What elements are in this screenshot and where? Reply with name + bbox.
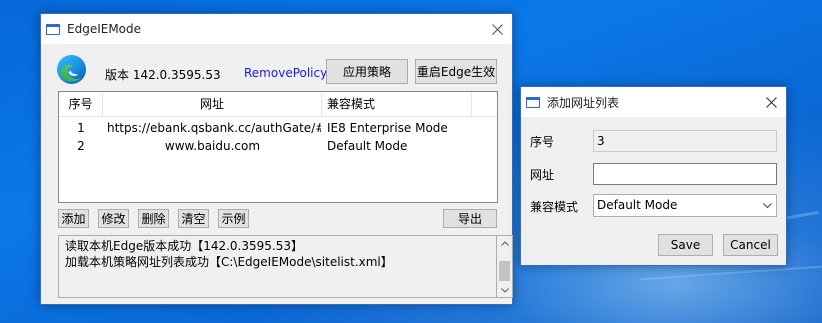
chevron-down-icon[interactable] — [763, 195, 772, 216]
add-button[interactable]: 添加 — [58, 209, 89, 228]
index-label: 序号 — [530, 135, 555, 149]
add-url-dialog: 添加网址列表 序号 3 网址 兼容模式 Default Mode Save Ca… — [520, 86, 787, 266]
example-button[interactable]: 示例 — [218, 209, 249, 228]
mode-select-value: Default Mode — [597, 198, 678, 212]
restart-edge-button[interactable]: 重启Edge生效 — [415, 59, 497, 84]
window-icon — [526, 96, 540, 108]
scroll-down-icon[interactable] — [497, 283, 512, 297]
cell-url: https://ebank.qsbank.cc/authGate/#L... — [107, 121, 321, 135]
window-icon — [46, 23, 60, 35]
title-bar[interactable]: EdgeIEMode — [41, 14, 512, 44]
edge-logo-icon — [56, 54, 87, 85]
clear-button[interactable]: 清空 — [178, 209, 209, 228]
main-window: EdgeIEMode 版本 142.0.3595.53 RemovePolicy… — [40, 13, 513, 305]
export-button[interactable]: 导出 — [443, 209, 497, 228]
cell-mode: IE8 Enterprise Mode — [327, 121, 448, 135]
scroll-thumb[interactable] — [499, 261, 510, 281]
scroll-up-icon[interactable] — [497, 236, 512, 250]
cell-url: www.baidu.com — [164, 139, 261, 153]
cell-mode: Default Mode — [327, 139, 408, 153]
column-header-index[interactable]: 序号 — [59, 92, 103, 116]
log-scrollbar[interactable] — [496, 235, 513, 298]
close-icon[interactable] — [756, 87, 786, 117]
column-header-url[interactable]: 网址 — [103, 92, 322, 116]
cell-index: 1 — [77, 121, 85, 135]
mode-label: 兼容模式 — [530, 200, 579, 214]
log-line: 加载本机策略网址列表成功【C:\EdgeIEMode\sitelist.xml】 — [65, 255, 393, 269]
url-field[interactable] — [593, 163, 777, 185]
wallpaper-light-beam — [640, 265, 822, 281]
table-row[interactable]: 1 https://ebank.qsbank.cc/authGate/#L...… — [59, 119, 497, 137]
site-list-table[interactable]: 序号 网址 兼容模式 1 https://ebank.qsbank.cc/aut… — [58, 91, 498, 203]
window-title: EdgeIEMode — [67, 22, 142, 36]
url-label: 网址 — [530, 168, 555, 182]
remove-policy-link[interactable]: RemovePolicy — [244, 66, 327, 80]
save-button[interactable]: Save — [658, 234, 713, 256]
index-field[interactable]: 3 — [593, 130, 777, 152]
dialog-title: 添加网址列表 — [547, 95, 620, 110]
apply-policy-button[interactable]: 应用策略 — [326, 59, 408, 84]
column-header-mode[interactable]: 兼容模式 — [322, 92, 472, 116]
log-output[interactable]: 读取本机Edge版本成功【142.0.3595.53】 加载本机策略网址列表成功… — [58, 235, 497, 298]
cell-index: 2 — [77, 139, 85, 153]
edit-button[interactable]: 修改 — [98, 209, 129, 228]
table-header: 序号 网址 兼容模式 — [59, 92, 497, 117]
delete-button[interactable]: 删除 — [138, 209, 169, 228]
version-label: 版本 142.0.3595.53 — [105, 68, 221, 82]
dialog-title-bar[interactable]: 添加网址列表 — [521, 87, 786, 117]
cancel-button[interactable]: Cancel — [723, 234, 778, 256]
log-line: 读取本机Edge版本成功【142.0.3595.53】 — [65, 239, 303, 253]
table-row[interactable]: 2 www.baidu.com Default Mode — [59, 137, 497, 155]
mode-select[interactable]: Default Mode — [593, 194, 777, 217]
close-icon[interactable] — [482, 14, 512, 44]
